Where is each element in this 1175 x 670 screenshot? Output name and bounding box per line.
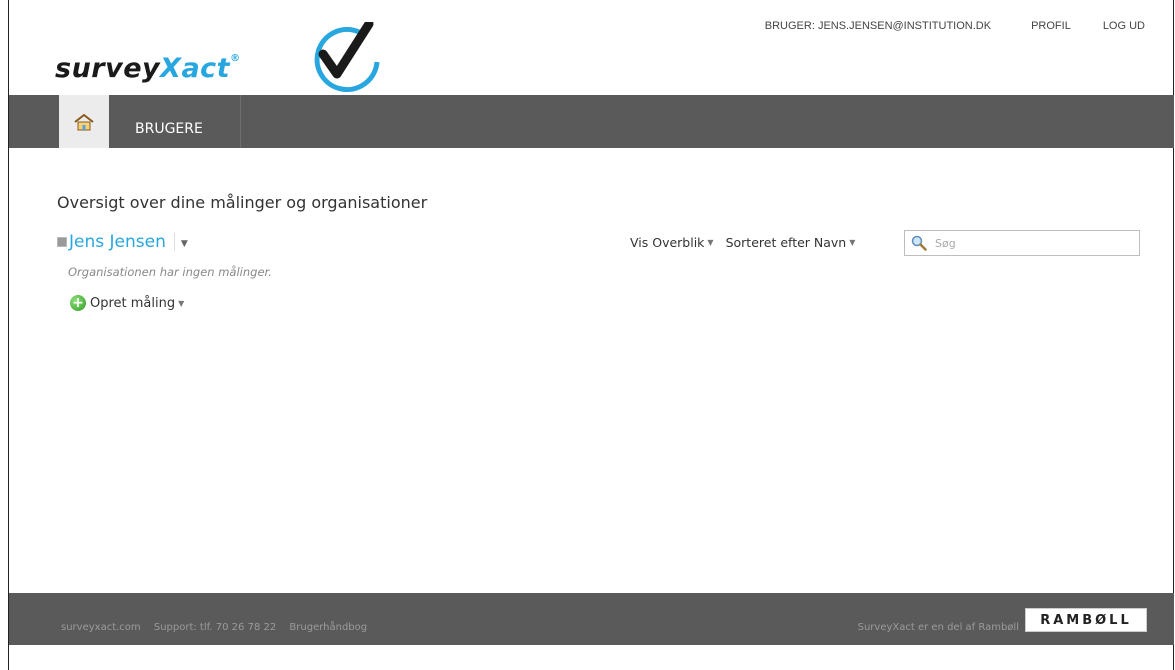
logo-registered: ® xyxy=(230,53,241,64)
sort-dropdown-label: Sorteret efter Navn xyxy=(725,235,847,250)
list-controls: Vis Overblik ▼ Sorteret efter Navn ▼ xyxy=(630,235,855,250)
ramboll-logo[interactable]: RAMBØLL xyxy=(1025,608,1147,632)
chevron-down-icon: ▼ xyxy=(707,238,714,247)
create-survey-label: Opret måling xyxy=(90,295,176,311)
main-nav: BRUGERE xyxy=(9,95,1174,148)
page-title: Oversigt over dine målinger og organisat… xyxy=(57,193,428,212)
search-box xyxy=(904,230,1140,256)
footer-link-site[interactable]: surveyxact.com xyxy=(61,622,141,633)
nav-tab-brugere[interactable]: BRUGERE xyxy=(111,95,241,148)
organization-menu-caret-icon[interactable]: ▼ xyxy=(181,239,188,249)
logout-link[interactable]: LOG UD xyxy=(1103,20,1145,32)
footer-link-support[interactable]: Support: tlf. 70 26 78 22 xyxy=(154,622,276,633)
footer-link-manual[interactable]: Brugerhåndbog xyxy=(289,622,367,633)
surveyxact-logo[interactable]: surveyXact® xyxy=(55,20,385,95)
search-icon xyxy=(911,235,927,251)
divider xyxy=(173,233,175,251)
view-dropdown[interactable]: Vis Overblik ▼ xyxy=(630,235,714,250)
logo-wordmark: surveyXact® xyxy=(55,53,241,84)
organization-empty-note: Organisationen har ingen målinger. xyxy=(68,265,272,279)
chevron-down-icon: ▼ xyxy=(849,238,856,247)
sort-dropdown[interactable]: Sorteret efter Navn ▼ xyxy=(726,235,856,250)
add-icon: + xyxy=(70,295,86,311)
logo-xact: Xact xyxy=(160,53,231,84)
checkmark-icon xyxy=(314,22,380,92)
top-links: BRUGER: JENS.JENSEN@INSTITUTION.DK PROFI… xyxy=(765,20,1145,32)
organization-row: Jens Jensen ▼ xyxy=(57,232,188,252)
organization-name[interactable]: Jens Jensen xyxy=(69,232,166,252)
view-dropdown-label: Vis Overblik xyxy=(630,235,705,250)
footer-links: surveyxact.com Support: tlf. 70 26 78 22… xyxy=(61,622,377,633)
footer: surveyxact.com Support: tlf. 70 26 78 22… xyxy=(9,593,1174,645)
profile-link[interactable]: PROFIL xyxy=(1031,20,1071,32)
footer-tagline: SurveyXact er en del af Rambøll xyxy=(857,622,1019,633)
nav-home[interactable] xyxy=(59,95,109,148)
chevron-down-icon: ▼ xyxy=(178,298,185,308)
collapse-toggle-icon[interactable] xyxy=(57,237,67,247)
logo-survey: survey xyxy=(55,53,161,84)
user-link[interactable]: BRUGER: JENS.JENSEN@INSTITUTION.DK xyxy=(765,20,991,32)
search-input[interactable] xyxy=(933,235,1127,251)
create-survey-button[interactable]: + Opret måling ▼ xyxy=(70,295,184,311)
home-icon xyxy=(74,113,94,130)
